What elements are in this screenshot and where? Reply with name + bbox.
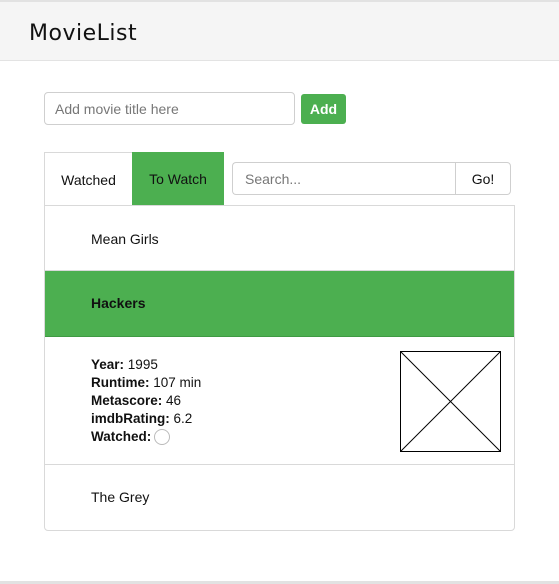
- detail-label: Metascore:: [91, 393, 163, 408]
- movie-row-selected[interactable]: Hackers: [45, 271, 514, 337]
- tab-watched[interactable]: Watched: [44, 152, 132, 206]
- movie-title: Hackers: [91, 295, 146, 311]
- tab-to-watch[interactable]: To Watch: [132, 152, 224, 206]
- add-movie-input[interactable]: [44, 92, 295, 125]
- detail-label: Runtime:: [91, 375, 150, 390]
- detail-metascore: Metascore: 46: [91, 392, 201, 410]
- movie-row[interactable]: The Grey: [45, 465, 514, 530]
- movie-list: Mean Girls Hackers Year: 1995 Runtime: 1…: [44, 205, 515, 531]
- movie-row[interactable]: Mean Girls: [45, 206, 514, 271]
- search-go-button[interactable]: Go!: [455, 162, 511, 195]
- movie-details: Year: 1995 Runtime: 107 min Metascore: 4…: [45, 337, 514, 465]
- app-title: MovieList: [29, 21, 138, 46]
- detail-label: Year:: [91, 357, 125, 372]
- movie-title: Mean Girls: [91, 231, 159, 247]
- watched-toggle[interactable]: [154, 429, 171, 446]
- image-placeholder-icon: [400, 351, 501, 452]
- app-header: MovieList: [0, 2, 559, 61]
- detail-imdb-rating: imdbRating: 6.2: [91, 410, 201, 428]
- detail-year: Year: 1995: [91, 356, 201, 374]
- detail-watched: Watched:: [91, 428, 201, 446]
- detail-value: 46: [166, 393, 182, 408]
- movie-details-list: Year: 1995 Runtime: 107 min Metascore: 4…: [91, 356, 201, 446]
- detail-value: 6.2: [173, 411, 193, 426]
- detail-value: 1995: [127, 357, 158, 372]
- movie-title: The Grey: [91, 489, 150, 505]
- detail-runtime: Runtime: 107 min: [91, 374, 201, 392]
- detail-label: imdbRating:: [91, 411, 170, 426]
- tab-bar: Watched To Watch: [44, 152, 224, 206]
- detail-label: Watched:: [91, 429, 152, 444]
- add-button[interactable]: Add: [301, 94, 346, 124]
- search-input[interactable]: [232, 162, 455, 195]
- detail-value: 107 min: [153, 375, 202, 390]
